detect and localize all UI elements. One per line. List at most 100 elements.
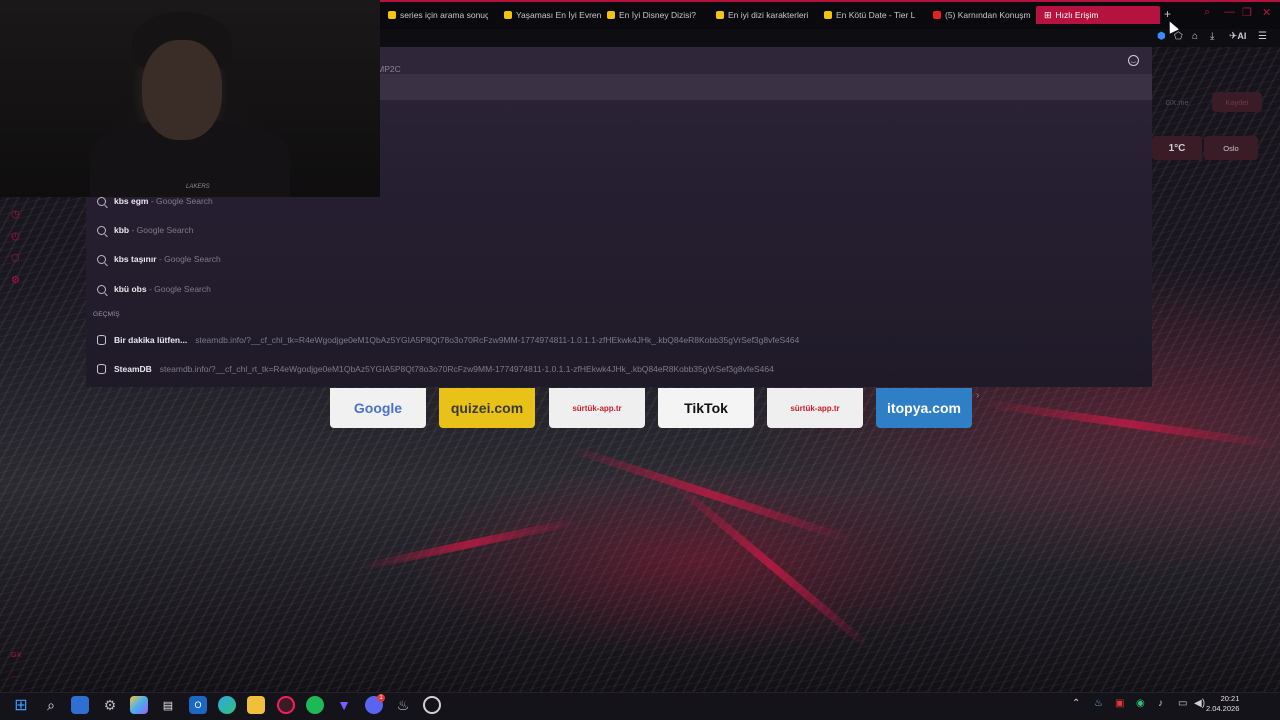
notification-badge: 1 — [377, 694, 385, 702]
widgets-icon[interactable] — [71, 696, 89, 714]
tab-label: series için arama sonuçları — [400, 10, 488, 20]
history-item[interactable]: Bir dakika lütfen... steamdb.info/?__cf_c… — [97, 333, 799, 347]
copilot-icon[interactable] — [130, 696, 148, 714]
settings-icon[interactable]: ⚙ — [101, 696, 119, 714]
network-icon[interactable]: ▭ — [1178, 698, 1187, 709]
search-suggestion[interactable]: kbs taşınır - Google Search — [97, 252, 221, 266]
more-icon[interactable]: ··· — [11, 672, 19, 681]
favicon-icon — [933, 11, 941, 19]
ai-label: AI — [1237, 31, 1247, 41]
vs-icon[interactable]: ▼ — [335, 696, 353, 714]
download-icon[interactable]: ⤓ — [1210, 31, 1214, 42]
menu-icon[interactable]: ☰ — [1258, 31, 1267, 42]
tray-edge-icon[interactable]: ◉ — [1136, 698, 1145, 709]
history-url: steamdb.info/?__cf_chl_tk=R4eWgodjge0eM1… — [195, 335, 800, 345]
profile-icon[interactable]: ⌂ — [1192, 31, 1198, 42]
edge-icon[interactable] — [218, 696, 236, 714]
tab[interactable]: En iyi dizi karakterleri — [708, 6, 816, 24]
save-button[interactable]: Kaydet — [1212, 92, 1262, 112]
settings-icon[interactable]: ⚙ — [11, 275, 20, 286]
favicon-icon — [716, 11, 724, 19]
tab-label: En Kötü Date - Tier L — [836, 10, 916, 20]
history-title: SteamDB — [114, 364, 152, 374]
webcam-overlay: LAKERS — [0, 0, 380, 197]
suggestion-query: kbü obs — [114, 284, 147, 294]
shirt-text: LAKERS — [186, 184, 210, 190]
speed-dial-tile[interactable]: quizei.com — [439, 388, 535, 428]
gx-icon[interactable]: GX — [11, 652, 21, 659]
weather-temperature: 1°C — [1152, 136, 1202, 160]
speed-dial-tile[interactable]: Google — [330, 388, 426, 428]
tab-label: Hızlı Erişim — [1055, 10, 1099, 20]
spotify-icon[interactable] — [306, 696, 324, 714]
speed-dial-tile[interactable]: TikTok — [658, 388, 754, 428]
close-icon[interactable]: ✕ — [1262, 6, 1271, 19]
speed-dial-label: quizei.com — [450, 400, 524, 416]
suggestion-query: kbb — [114, 225, 130, 235]
volume-icon[interactable]: ◀) — [1194, 698, 1205, 709]
tray-app-icon[interactable]: ▣ — [1115, 698, 1124, 709]
ai-button[interactable]: ✈AI — [1229, 31, 1246, 42]
smiley-icon[interactable]: ‿ — [1128, 55, 1139, 66]
chatgpt-icon[interactable] — [423, 696, 441, 714]
person-face — [142, 40, 222, 140]
search-icon — [97, 196, 106, 206]
history-section-label: GEÇMİŞ — [93, 311, 120, 318]
suggestion-text: kbs egm - Google Search — [114, 196, 213, 206]
extension-icon[interactable]: ⬢ — [1157, 31, 1166, 42]
plus-icon[interactable]: + — [1164, 7, 1171, 21]
speed-dial-tile[interactable]: sürtük-app.tr — [549, 388, 645, 428]
chevron-up-icon[interactable]: ⌃ — [1072, 698, 1080, 709]
tab[interactable]: En İyi Disney Dizisi? — [599, 6, 707, 24]
suggestion-source: - Google Search — [148, 196, 213, 206]
weather-city: Oslo — [1204, 136, 1258, 160]
steam-icon[interactable]: ♨ — [394, 696, 412, 714]
search-suggestion[interactable]: kbü obs - Google Search — [97, 282, 211, 296]
file-explorer-icon[interactable] — [247, 696, 265, 714]
favicon-icon — [607, 11, 615, 19]
clock-date: 2.04.2026 — [1206, 704, 1240, 713]
history-icon[interactable]: ◴ — [11, 231, 20, 242]
favicon-icon — [824, 11, 832, 19]
speed-dial-label: Google — [353, 400, 403, 416]
gx-link[interactable]: GX.me — [1152, 92, 1202, 112]
cube-icon[interactable]: ⬡ — [11, 253, 20, 264]
steam-tray-icon[interactable]: ♨ — [1094, 698, 1103, 709]
tab[interactable]: (5) Karnından Konuşm — [925, 6, 1033, 24]
speed-dial-label: sürtük-app.tr — [790, 403, 840, 413]
search-suggestion[interactable]: kbb - Google Search — [97, 223, 193, 237]
database-icon — [97, 335, 106, 345]
speed-dial-tile[interactable]: itopya.com — [876, 388, 972, 428]
maximize-icon[interactable]: ❐ — [1242, 6, 1252, 19]
search-icon — [97, 225, 106, 235]
search-icon[interactable]: ⌕ — [42, 696, 60, 714]
windows-start-icon[interactable]: ⊞ — [12, 696, 30, 714]
tab-label: En iyi dizi karakterleri — [728, 10, 809, 20]
speed-dial-tile[interactable]: sürtük-app.tr — [767, 388, 863, 428]
opera-gx-icon[interactable] — [277, 696, 295, 714]
minimize-icon[interactable]: — — [1224, 6, 1235, 18]
puzzle-icon[interactable]: ⬠ — [1174, 31, 1183, 42]
speed-dial-label: sürtük-app.tr — [572, 403, 622, 413]
tab[interactable]: En Kötü Date - Tier L — [816, 6, 924, 24]
tab[interactable]: series için arama sonuçları — [380, 6, 488, 24]
suggestion-text: kbü obs - Google Search — [114, 284, 211, 294]
history-title: Bir dakika lütfen... — [114, 335, 188, 345]
store-icon[interactable]: ▤ — [159, 696, 177, 714]
tab-label: Yaşaması En İyi Evren — [516, 10, 602, 20]
search-icon — [97, 284, 106, 294]
suggestion-source: - Google Search — [129, 225, 194, 235]
search-icon[interactable]: ⌕ — [1204, 6, 1210, 19]
chevron-right-icon[interactable]: › — [976, 390, 979, 401]
tab[interactable]: Yaşaması En İyi Evren — [496, 6, 604, 24]
outlook-icon[interactable]: O — [189, 696, 207, 714]
speed-dial-label: TikTok — [684, 400, 728, 416]
clock-icon[interactable]: ◷ — [11, 209, 20, 220]
favicon-icon — [504, 11, 512, 19]
tab-active[interactable]: ⊞ Hızlı Erişim — [1036, 6, 1160, 24]
suggestion-source: - Google Search — [156, 254, 221, 264]
history-item[interactable]: SteamDB steamdb.info/?__cf_chl_rt_tk=R4eW… — [97, 362, 774, 376]
microphone-icon[interactable]: ♪ — [1158, 698, 1163, 709]
system-clock[interactable]: 20:21 2.04.2026 — [1206, 694, 1239, 714]
database-icon — [97, 364, 106, 374]
